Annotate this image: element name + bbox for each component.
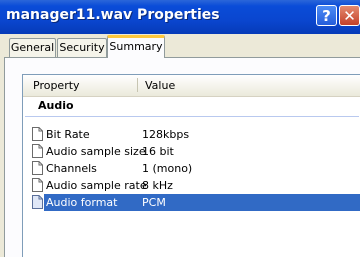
tab-summary[interactable]: Summary <box>107 35 165 58</box>
column-property[interactable]: Property <box>33 79 80 92</box>
list-item[interactable]: Channels 1 (mono) <box>23 160 360 177</box>
group-header-audio: Audio <box>38 99 74 112</box>
property-name: Channels <box>46 162 97 175</box>
column-divider[interactable] <box>137 78 138 92</box>
list-item[interactable]: Audio sample size 16 bit <box>23 143 360 160</box>
document-icon <box>32 127 43 141</box>
group-divider <box>25 116 359 117</box>
tab-label: Security <box>59 41 105 54</box>
property-name: Bit Rate <box>46 128 90 141</box>
window-title: manager11.wav Properties <box>6 7 220 23</box>
tab-label: General <box>10 41 55 54</box>
tab-general[interactable]: General <box>9 38 56 57</box>
document-icon <box>32 144 43 158</box>
list-item[interactable]: Audio sample rate 8 kHz <box>23 177 360 194</box>
tab-strip: General Security Summary <box>0 34 360 59</box>
tab-security[interactable]: Security <box>57 38 107 57</box>
property-name: Audio sample rate <box>46 179 147 192</box>
property-value: 128kbps <box>142 128 190 141</box>
property-value: 16 bit <box>142 145 174 158</box>
close-button[interactable]: ✕ <box>339 5 360 26</box>
close-icon: ✕ <box>343 7 356 25</box>
list-item[interactable]: Bit Rate 128kbps <box>23 126 360 143</box>
document-icon <box>32 178 43 192</box>
tab-label: Summary <box>109 40 163 53</box>
property-value: PCM <box>142 196 166 209</box>
title-bar[interactable]: manager11.wav Properties ? ✕ <box>0 0 360 34</box>
document-icon <box>32 195 43 209</box>
help-icon: ? <box>322 7 331 25</box>
property-name: Audio sample size <box>46 145 146 158</box>
properties-list[interactable]: Property Value Audio Bit Rate 128kbps Au… <box>22 74 360 257</box>
property-value: 1 (mono) <box>142 162 193 175</box>
column-value[interactable]: Value <box>145 79 175 92</box>
property-value: 8 kHz <box>142 179 173 192</box>
list-item-selected[interactable]: Audio format PCM <box>23 194 360 211</box>
help-button[interactable]: ? <box>316 5 337 26</box>
document-icon <box>32 161 43 175</box>
column-header: Property Value <box>23 75 360 97</box>
property-name: Audio format <box>46 196 118 209</box>
